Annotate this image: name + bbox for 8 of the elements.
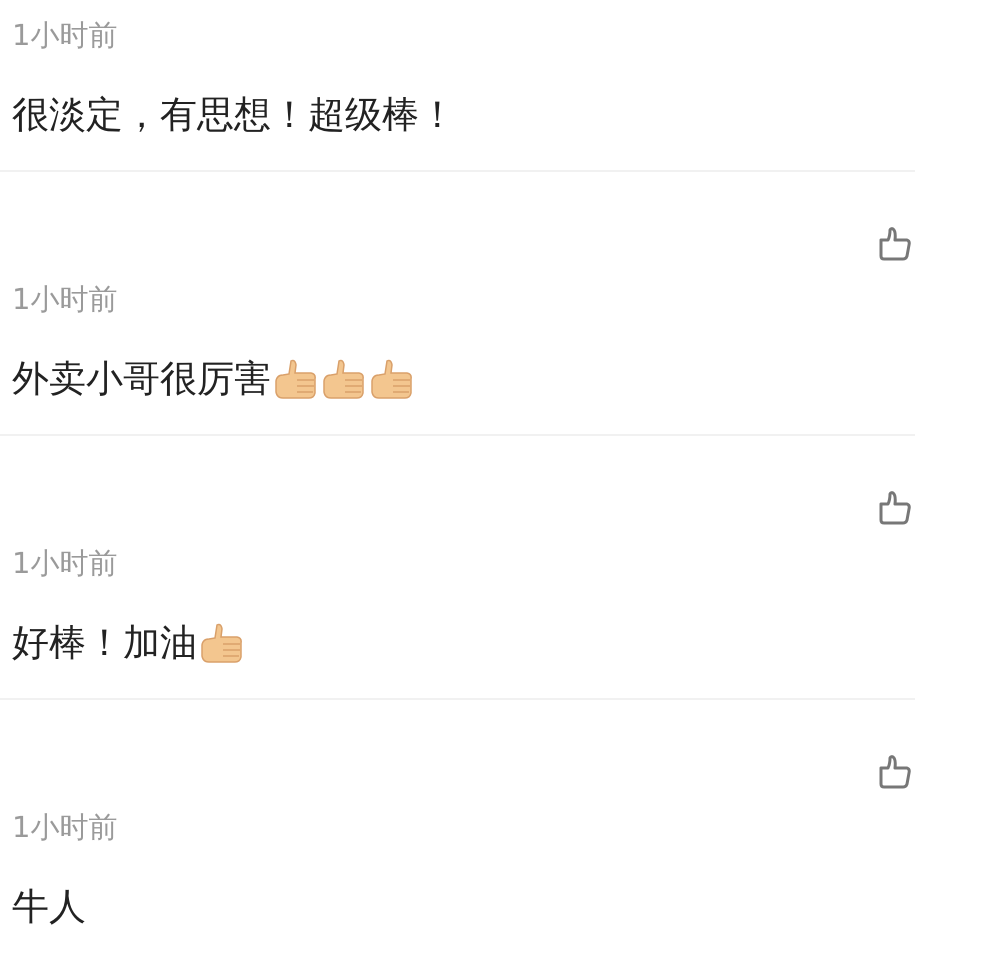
comment-text: 好棒！加油	[12, 620, 197, 666]
comment-time: 1小时前	[12, 809, 118, 845]
comment-text: 外卖小哥很厉害	[12, 356, 271, 402]
comment-time: 1小时前	[12, 545, 118, 581]
comment-text: 牛人	[12, 884, 86, 930]
comment-text: 很淡定，有思想！超级棒！	[12, 92, 456, 138]
comment-time: 1小时前	[12, 281, 118, 317]
comment-time: 1小时前	[12, 17, 118, 53]
